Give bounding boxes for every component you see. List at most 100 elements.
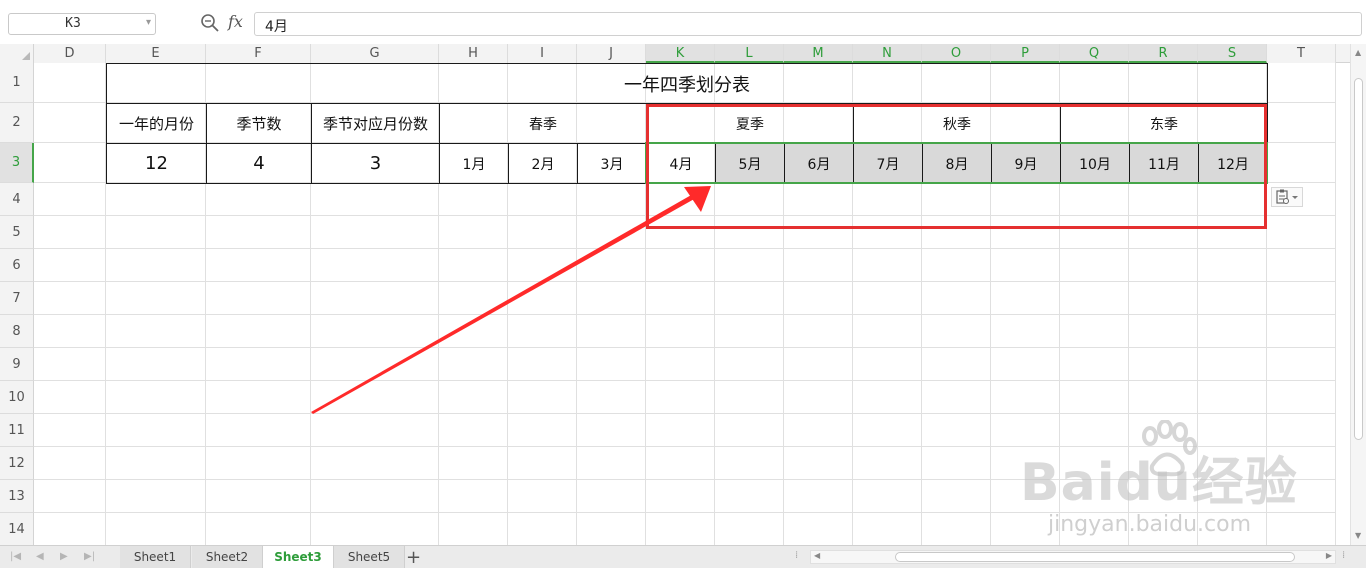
grid-cell[interactable]: [577, 414, 646, 447]
grid-cell[interactable]: [784, 447, 853, 480]
grid-cell[interactable]: [1267, 315, 1336, 348]
grid-cell[interactable]: [991, 282, 1060, 315]
month-cell[interactable]: 12月: [1198, 143, 1268, 184]
month-cell[interactable]: 10月: [1060, 143, 1130, 184]
column-header-e[interactable]: E: [106, 44, 206, 63]
grid-cell[interactable]: [853, 348, 922, 381]
grid-cell[interactable]: [206, 381, 311, 414]
row-header-13[interactable]: 13: [0, 480, 34, 513]
grid-cell[interactable]: [853, 381, 922, 414]
grid-cell[interactable]: [508, 414, 577, 447]
grid-cell[interactable]: [1129, 513, 1198, 545]
season-cell[interactable]: 秋季: [853, 103, 1061, 144]
row-header-7[interactable]: 7: [0, 282, 34, 315]
grid-cell[interactable]: [34, 513, 106, 545]
grid-cell[interactable]: [508, 282, 577, 315]
grid-cell[interactable]: [991, 513, 1060, 545]
grid-cell[interactable]: [34, 183, 106, 216]
row-header-6[interactable]: 6: [0, 249, 34, 282]
grid-cell[interactable]: [206, 183, 311, 216]
row-header-2[interactable]: 2: [0, 103, 34, 143]
grid-cell[interactable]: [508, 447, 577, 480]
grid-cell[interactable]: [1060, 414, 1129, 447]
row-header-12[interactable]: 12: [0, 447, 34, 480]
month-cell[interactable]: 1月: [439, 143, 509, 184]
grid-cell[interactable]: [784, 480, 853, 513]
grid-cell[interactable]: [1198, 348, 1267, 381]
grid-cell[interactable]: [508, 381, 577, 414]
grid-cell[interactable]: [784, 513, 853, 545]
grid-cell[interactable]: [784, 381, 853, 414]
grid-cell[interactable]: [1198, 183, 1267, 216]
grid-cell[interactable]: [991, 480, 1060, 513]
vertical-scrollbar[interactable]: ▲ ▼: [1350, 44, 1366, 545]
add-sheet-icon[interactable]: +: [406, 547, 421, 568]
grid-cell[interactable]: [784, 216, 853, 249]
grid-cell[interactable]: [991, 447, 1060, 480]
grid-cell[interactable]: [922, 249, 991, 282]
grid-cell[interactable]: [991, 414, 1060, 447]
grid-cell[interactable]: [508, 249, 577, 282]
grid-cell[interactable]: [1267, 103, 1336, 143]
grid-cell[interactable]: [439, 216, 508, 249]
grid-cell[interactable]: [1267, 513, 1336, 545]
row-header-10[interactable]: 10: [0, 381, 34, 414]
grid-cell[interactable]: [922, 315, 991, 348]
grid-cell[interactable]: [991, 249, 1060, 282]
grid-cell[interactable]: [991, 381, 1060, 414]
row-header-4[interactable]: 4: [0, 183, 34, 216]
grid-cell[interactable]: [715, 414, 784, 447]
grid-cell[interactable]: [439, 381, 508, 414]
grid-cell[interactable]: [922, 414, 991, 447]
grid-cell[interactable]: [1129, 282, 1198, 315]
grid-cell[interactable]: [1198, 513, 1267, 545]
grid-cell[interactable]: [784, 348, 853, 381]
grid-cell[interactable]: [646, 183, 715, 216]
grid-cell[interactable]: [311, 183, 439, 216]
grid-cell[interactable]: [508, 480, 577, 513]
row-header-9[interactable]: 9: [0, 348, 34, 381]
grid-cell[interactable]: [439, 447, 508, 480]
row-header-11[interactable]: 11: [0, 414, 34, 447]
grid-cell[interactable]: [853, 480, 922, 513]
grid-cell[interactable]: [34, 63, 106, 103]
grid-cell[interactable]: [853, 249, 922, 282]
column-header-d[interactable]: D: [34, 44, 106, 63]
grid-cell[interactable]: [646, 381, 715, 414]
grid-cell[interactable]: [1267, 63, 1336, 103]
next-sheet-icon[interactable]: ▶: [60, 551, 68, 562]
grid-cell[interactable]: [1198, 447, 1267, 480]
row-header-5[interactable]: 5: [0, 216, 34, 249]
grid-cell[interactable]: [577, 282, 646, 315]
prev-sheet-icon[interactable]: ◀: [36, 551, 44, 562]
grid-cell[interactable]: [206, 216, 311, 249]
column-header-k[interactable]: K: [646, 44, 715, 63]
grid-cell[interactable]: [311, 414, 439, 447]
grid-cell[interactable]: [853, 315, 922, 348]
zoom-formula-icon[interactable]: [200, 13, 220, 33]
grid-cell[interactable]: [311, 381, 439, 414]
grid-cell[interactable]: [1060, 348, 1129, 381]
season-cell[interactable]: 春季: [439, 103, 647, 144]
grid-cell[interactable]: [853, 216, 922, 249]
month-cell[interactable]: 11月: [1129, 143, 1199, 184]
grid-cell[interactable]: [577, 315, 646, 348]
season-cell[interactable]: 夏季: [646, 103, 854, 144]
grid-cell[interactable]: [439, 282, 508, 315]
name-box-dropdown-icon[interactable]: ▾: [146, 17, 151, 28]
grid-cell[interactable]: [715, 513, 784, 545]
grid-cell[interactable]: [853, 513, 922, 545]
grid-cell[interactable]: [1267, 447, 1336, 480]
grid-cell[interactable]: [1129, 183, 1198, 216]
month-cell[interactable]: 8月: [922, 143, 992, 184]
last-sheet-icon[interactable]: ▶|: [84, 551, 95, 562]
month-cell[interactable]: 9月: [991, 143, 1061, 184]
grid-cell[interactable]: [853, 414, 922, 447]
grid-cell[interactable]: [311, 216, 439, 249]
grid-cell[interactable]: [1267, 143, 1336, 183]
row-header-1[interactable]: 1: [0, 63, 34, 103]
month-cell[interactable]: 2月: [508, 143, 578, 184]
grid-cell[interactable]: [646, 282, 715, 315]
grid-cell[interactable]: [646, 315, 715, 348]
grid-cell[interactable]: [577, 183, 646, 216]
